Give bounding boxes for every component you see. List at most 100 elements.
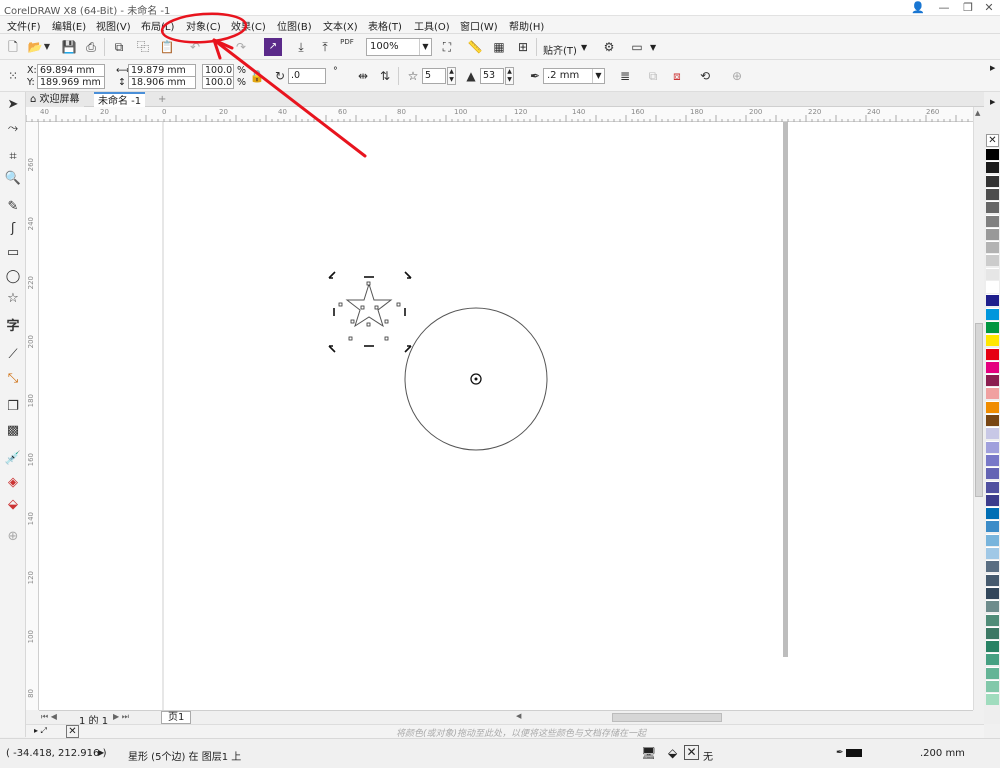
color-swatch[interactable] bbox=[986, 507, 999, 520]
add-tool-icon[interactable]: ⊕ bbox=[4, 528, 22, 546]
color-swatch[interactable] bbox=[986, 560, 999, 573]
palette-options-icon[interactable]: ▸ ⤢ bbox=[34, 726, 47, 736]
paste-icon[interactable]: 📋 bbox=[158, 38, 176, 56]
horizontal-scrollbar-thumb[interactable] bbox=[612, 713, 722, 722]
color-swatch[interactable] bbox=[986, 693, 999, 706]
rectangle-tool-icon[interactable]: ▭ bbox=[4, 244, 22, 262]
menu-edit[interactable]: 编辑(E) bbox=[52, 18, 86, 33]
mirror-vertical-icon[interactable]: ⇅ bbox=[376, 67, 394, 85]
color-swatch[interactable] bbox=[986, 347, 999, 360]
rotation-angle-field[interactable]: .0 bbox=[288, 68, 326, 84]
color-swatch[interactable] bbox=[986, 400, 999, 413]
menu-help[interactable]: 帮助(H) bbox=[509, 18, 544, 33]
star-sharpness-field[interactable]: 53 bbox=[480, 68, 504, 84]
no-color-swatch[interactable]: ✕ bbox=[66, 725, 79, 738]
color-swatch[interactable] bbox=[986, 453, 999, 466]
fill-bucket-icon[interactable]: ⬙ bbox=[668, 746, 677, 760]
crop-tool-icon[interactable]: ⌗ bbox=[4, 148, 22, 166]
color-swatch[interactable] bbox=[986, 201, 999, 214]
vertical-ruler[interactable]: 260 240 220 200 180 160 140 120 100 80 bbox=[26, 122, 39, 710]
menu-table[interactable]: 表格(T) bbox=[368, 18, 402, 33]
color-swatch[interactable] bbox=[986, 227, 999, 240]
add-tab-icon[interactable]: + bbox=[154, 92, 170, 107]
menu-tools[interactable]: 工具(O) bbox=[414, 18, 450, 33]
minimize-button[interactable]: — bbox=[931, 0, 957, 16]
options-gear-icon[interactable]: ⚙ bbox=[600, 38, 618, 56]
smart-fill-icon[interactable]: ⬙ bbox=[4, 496, 22, 514]
color-swatch[interactable] bbox=[986, 174, 999, 187]
tab-welcome-screen[interactable]: ⌂ 欢迎屏幕 bbox=[26, 92, 84, 107]
color-swatch[interactable] bbox=[986, 480, 999, 493]
scale-height-field[interactable]: 100.0 bbox=[202, 76, 234, 89]
scroll-up-icon[interactable]: ▲ bbox=[975, 109, 980, 117]
horizontal-ruler[interactable]: 40 20 0 20 40 60 80 100 120 140 160 180 … bbox=[26, 107, 984, 122]
star-points-stepper[interactable]: ▲ ▼ bbox=[447, 67, 456, 85]
color-swatch[interactable] bbox=[986, 586, 999, 599]
text-wrap-icon[interactable]: ≣ bbox=[616, 67, 634, 85]
parallel-dimension-icon[interactable]: ⟋ bbox=[4, 346, 22, 364]
cut-icon[interactable]: ⧉ bbox=[110, 38, 128, 56]
snap-to-menu[interactable]: 贴齐(T) bbox=[543, 42, 577, 57]
menu-view[interactable]: 视图(V) bbox=[96, 18, 131, 33]
full-screen-icon[interactable]: ⛶ bbox=[438, 38, 456, 56]
status-expand-icon[interactable]: ▶ bbox=[98, 748, 104, 757]
color-swatch[interactable] bbox=[986, 187, 999, 200]
chevron-down-icon[interactable]: ▼ bbox=[592, 69, 604, 83]
export-icon[interactable]: ⤒ bbox=[316, 38, 334, 56]
chevron-down-icon[interactable]: ▼ bbox=[650, 43, 656, 52]
new-document-icon[interactable]: 🗋 bbox=[4, 38, 22, 56]
artistic-media-icon[interactable]: ʃ bbox=[4, 220, 22, 238]
color-swatch[interactable] bbox=[986, 467, 999, 480]
color-swatch[interactable] bbox=[986, 547, 999, 559]
chevron-down-icon[interactable]: ▼ bbox=[419, 39, 431, 55]
drop-shadow-icon[interactable]: ❐ bbox=[4, 398, 22, 416]
outline-width-combo[interactable]: .2 mm ▼ bbox=[543, 68, 605, 84]
tab-document[interactable]: 未命名 -1 bbox=[94, 92, 146, 107]
color-swatch[interactable] bbox=[986, 573, 999, 586]
first-page-icon[interactable]: ⏮ ◀ bbox=[41, 712, 57, 722]
ellipse-tool-icon[interactable]: ◯ bbox=[4, 268, 22, 286]
color-swatch[interactable] bbox=[986, 653, 999, 666]
menu-effects[interactable]: 效果(C) bbox=[231, 18, 266, 33]
mirror-horizontal-icon[interactable]: ⇹ bbox=[354, 67, 372, 85]
save-icon[interactable]: 💾 bbox=[60, 38, 78, 56]
text-tool-icon[interactable]: 字 bbox=[4, 318, 22, 336]
eyedropper-icon[interactable]: 💉 bbox=[4, 450, 22, 468]
scrollbar-thumb[interactable] bbox=[975, 323, 983, 497]
color-swatch[interactable] bbox=[986, 254, 999, 267]
color-swatch[interactable] bbox=[986, 640, 999, 653]
show-grid-icon[interactable]: ▦ bbox=[490, 38, 508, 56]
polygon-star-tool-icon[interactable]: ☆ bbox=[4, 290, 22, 308]
palette-expand-icon[interactable]: ▶ bbox=[990, 98, 995, 106]
menu-layout[interactable]: 布局(L) bbox=[141, 18, 174, 33]
convert-to-curves-icon[interactable]: ⟲ bbox=[696, 67, 714, 85]
redo-icon[interactable]: ↷ bbox=[232, 38, 250, 56]
color-swatch[interactable] bbox=[986, 334, 999, 347]
color-swatch[interactable] bbox=[986, 440, 999, 453]
color-swatch[interactable] bbox=[986, 427, 999, 440]
color-swatch[interactable] bbox=[986, 493, 999, 506]
zoom-tool-icon[interactable]: 🔍 bbox=[4, 170, 22, 188]
interactive-fill-icon[interactable]: ◈ bbox=[4, 474, 22, 492]
chevron-right-icon[interactable]: ▶ bbox=[990, 64, 995, 72]
color-swatch[interactable] bbox=[986, 148, 999, 160]
drawing-canvas[interactable] bbox=[39, 122, 973, 710]
star-object[interactable] bbox=[338, 281, 401, 341]
height-field[interactable]: 18.906 mm bbox=[128, 76, 196, 89]
lock-ratio-icon[interactable]: 🔒 bbox=[248, 67, 266, 85]
color-proof-icon[interactable]: 🖥 bbox=[641, 746, 656, 760]
copy-icon[interactable]: ⿻ bbox=[134, 38, 152, 56]
publish-pdf-icon[interactable]: PDF bbox=[338, 38, 356, 56]
show-guidelines-icon[interactable]: ⊞ bbox=[514, 38, 532, 56]
next-page-icon[interactable]: ▶ ⏭ bbox=[113, 712, 129, 722]
object-origin-icon[interactable]: ⁙ bbox=[4, 67, 22, 85]
connector-tool-icon[interactable]: ⤡ bbox=[4, 370, 22, 388]
menu-file[interactable]: 文件(F) bbox=[7, 18, 41, 33]
menu-object[interactable]: 对象(C) bbox=[186, 18, 221, 33]
import-icon[interactable]: ⤓ bbox=[292, 38, 310, 56]
color-swatch[interactable] bbox=[986, 307, 999, 320]
circle-object[interactable] bbox=[404, 307, 548, 451]
chevron-down-icon[interactable]: ▼ bbox=[581, 43, 587, 52]
intersect-icon[interactable]: ⧉ bbox=[644, 67, 662, 85]
color-swatch[interactable] bbox=[986, 241, 999, 254]
